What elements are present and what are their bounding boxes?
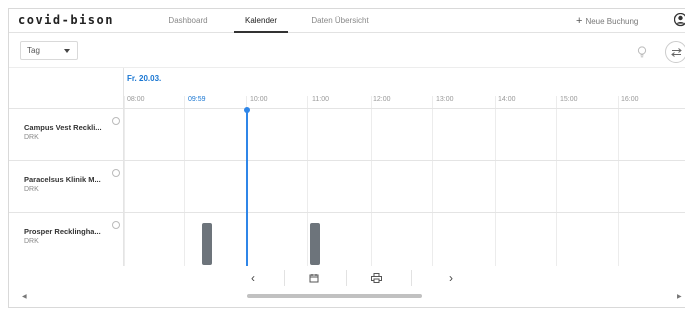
hour-label: 14:00 [498, 96, 516, 103]
swap-button[interactable] [665, 41, 685, 63]
new-booking-label: Neue Buchung [585, 17, 639, 26]
hour-gridline [184, 96, 185, 266]
hour-label: 13:00 [436, 96, 454, 103]
row-divider [124, 108, 685, 109]
view-select-value: Tag [27, 46, 40, 55]
hour-gridline [618, 96, 619, 266]
resource-name: Campus Vest Reckli... [24, 123, 102, 132]
user-icon[interactable] [674, 13, 685, 27]
resource-name: Prosper Recklingha... [24, 227, 101, 236]
resource-column: Campus Vest Reckli... DRK Paracelsus Kli… [9, 68, 124, 266]
tab-daten-uebersicht[interactable]: Daten Übersicht [297, 9, 383, 33]
calendar-toolbar: Tag [9, 33, 685, 67]
new-booking-button[interactable]: + Neue Buchung [576, 9, 638, 33]
calendar-button[interactable] [304, 270, 324, 286]
hour-label: 15:00 [560, 96, 578, 103]
print-icon [370, 273, 382, 283]
scroll-left-icon[interactable]: ◀ [22, 293, 27, 300]
row-divider [124, 212, 685, 213]
view-select[interactable]: Tag [20, 41, 78, 60]
resource-name: Paracelsus Klinik M... [24, 175, 101, 184]
chevron-right-icon[interactable]: › [441, 270, 461, 286]
resource-row[interactable]: Campus Vest Reckli... DRK [9, 108, 124, 160]
resource-org: DRK [24, 186, 39, 193]
hour-gridline [495, 96, 496, 266]
resource-org: DRK [24, 238, 39, 245]
calendar-icon [309, 274, 319, 283]
hour-gridline [124, 96, 125, 266]
current-time-label: 09:59 [188, 96, 206, 103]
info-icon[interactable] [112, 117, 120, 125]
horizontal-scrollbar[interactable]: ◀ ▶ [22, 291, 684, 301]
print-button[interactable] [366, 270, 386, 286]
hour-label: 10:00 [250, 96, 268, 103]
row-divider [124, 160, 685, 161]
booking-block[interactable] [202, 223, 212, 265]
calendar-pager: ‹ › [9, 266, 685, 290]
date-label[interactable]: Fr. 20.03. [127, 74, 161, 83]
hour-label: 08:00 [127, 96, 145, 103]
tab-dashboard[interactable]: Dashboard [152, 9, 224, 33]
resource-row[interactable]: Prosper Recklingha... DRK [9, 212, 124, 264]
calendar-grid: Campus Vest Reckli... DRK Paracelsus Kli… [9, 67, 685, 266]
tab-kalender[interactable]: Kalender [234, 9, 288, 33]
brand-logo[interactable]: covid-bison [18, 13, 114, 27]
hour-gridline [556, 96, 557, 266]
divider [346, 270, 347, 286]
chevron-down-icon [64, 49, 70, 53]
scrollbar-thumb[interactable] [247, 294, 422, 298]
divider [284, 270, 285, 286]
scroll-right-icon[interactable]: ▶ [677, 293, 682, 300]
hour-label: 16:00 [621, 96, 639, 103]
booking-block[interactable] [310, 223, 320, 265]
hour-gridline [432, 96, 433, 266]
info-icon[interactable] [112, 221, 120, 229]
app-window: covid-bison Dashboard Kalender Daten Übe… [8, 8, 685, 308]
info-icon[interactable] [112, 169, 120, 177]
hour-label: 11:00 [312, 96, 329, 103]
chevron-left-icon[interactable]: ‹ [243, 270, 263, 286]
hour-gridline [307, 96, 308, 266]
resource-row[interactable]: Paracelsus Klinik M... DRK [9, 160, 124, 212]
hour-gridline [371, 96, 372, 266]
swap-icon [671, 48, 682, 57]
scrollbar-track[interactable] [32, 294, 672, 298]
lightbulb-icon[interactable] [637, 46, 647, 58]
resource-org: DRK [24, 134, 39, 141]
current-time-line [246, 110, 248, 266]
plus-icon: + [576, 15, 583, 27]
top-navigation: covid-bison Dashboard Kalender Daten Übe… [9, 9, 685, 33]
hour-label: 12:00 [373, 96, 391, 103]
divider [411, 270, 412, 286]
